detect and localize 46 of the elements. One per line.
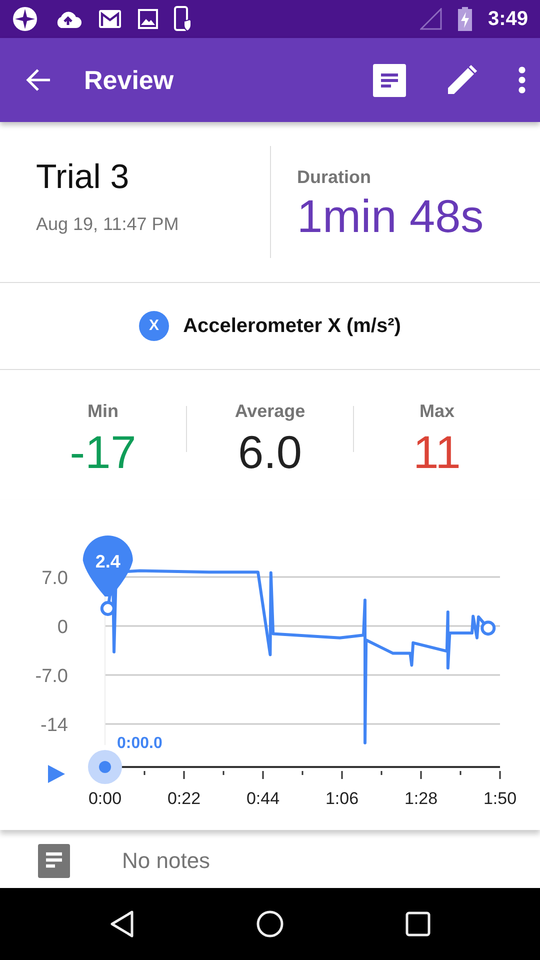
notes-icon xyxy=(38,844,70,878)
y-axis-label: -7.0 xyxy=(35,666,68,687)
x-axis-label: 0:44 xyxy=(246,789,280,808)
battery-charging-icon xyxy=(458,7,472,31)
stat-label: Average xyxy=(234,400,306,423)
stat-label: Max xyxy=(418,400,456,423)
run-title: Trial 3 xyxy=(36,157,130,198)
x-axis-label: 1:50 xyxy=(483,789,517,808)
stat-label: Min xyxy=(86,400,120,423)
image-icon xyxy=(138,9,158,29)
recents-nav-icon[interactable] xyxy=(405,911,432,937)
home-nav-icon[interactable] xyxy=(256,910,284,938)
y-axis-label: 7.0 xyxy=(42,568,68,589)
back-nav-icon[interactable] xyxy=(108,910,135,938)
mail-icon xyxy=(98,9,122,29)
play-icon[interactable] xyxy=(48,765,65,783)
stat-value: -17 xyxy=(68,425,138,480)
x-axis-label: 1:28 xyxy=(404,789,438,808)
scrubber-track[interactable] xyxy=(88,750,500,784)
run-date: Aug 19, 11:47 PM xyxy=(36,213,180,236)
app-icon xyxy=(12,6,38,32)
y-axis-label: -14 xyxy=(40,715,68,736)
clock: 3:49 xyxy=(488,7,528,32)
stat-value: 11 xyxy=(412,425,462,480)
scrubber-thumb[interactable] xyxy=(88,750,122,784)
duration-label: Duration xyxy=(297,166,372,189)
notes-text: No notes xyxy=(122,847,210,875)
cursor-point xyxy=(100,601,116,616)
screen-title: Review xyxy=(84,64,174,96)
more-icon[interactable] xyxy=(518,66,526,94)
x-axis-label: 0:00 xyxy=(88,789,122,808)
y-axis-label: 0 xyxy=(57,617,68,638)
scrubber-time: 0:00.0 xyxy=(117,735,162,752)
x-axis-label: 1:06 xyxy=(325,789,359,808)
end-point-marker xyxy=(480,620,496,636)
stat-value: 6.0 xyxy=(237,425,303,480)
value-tooltip: 2.4 xyxy=(82,536,133,596)
sensor-badge: X xyxy=(139,311,170,341)
sensor-name: Accelerometer X (m/s²) xyxy=(183,314,401,339)
back-icon[interactable] xyxy=(26,68,52,92)
x-axis-label: 0:22 xyxy=(167,789,201,808)
notes-icon[interactable] xyxy=(373,64,406,96)
edit-icon[interactable] xyxy=(446,64,478,96)
signal-icon xyxy=(420,8,442,30)
duration-value: 1min 48s xyxy=(297,191,484,242)
phone-shield-icon xyxy=(174,6,192,32)
